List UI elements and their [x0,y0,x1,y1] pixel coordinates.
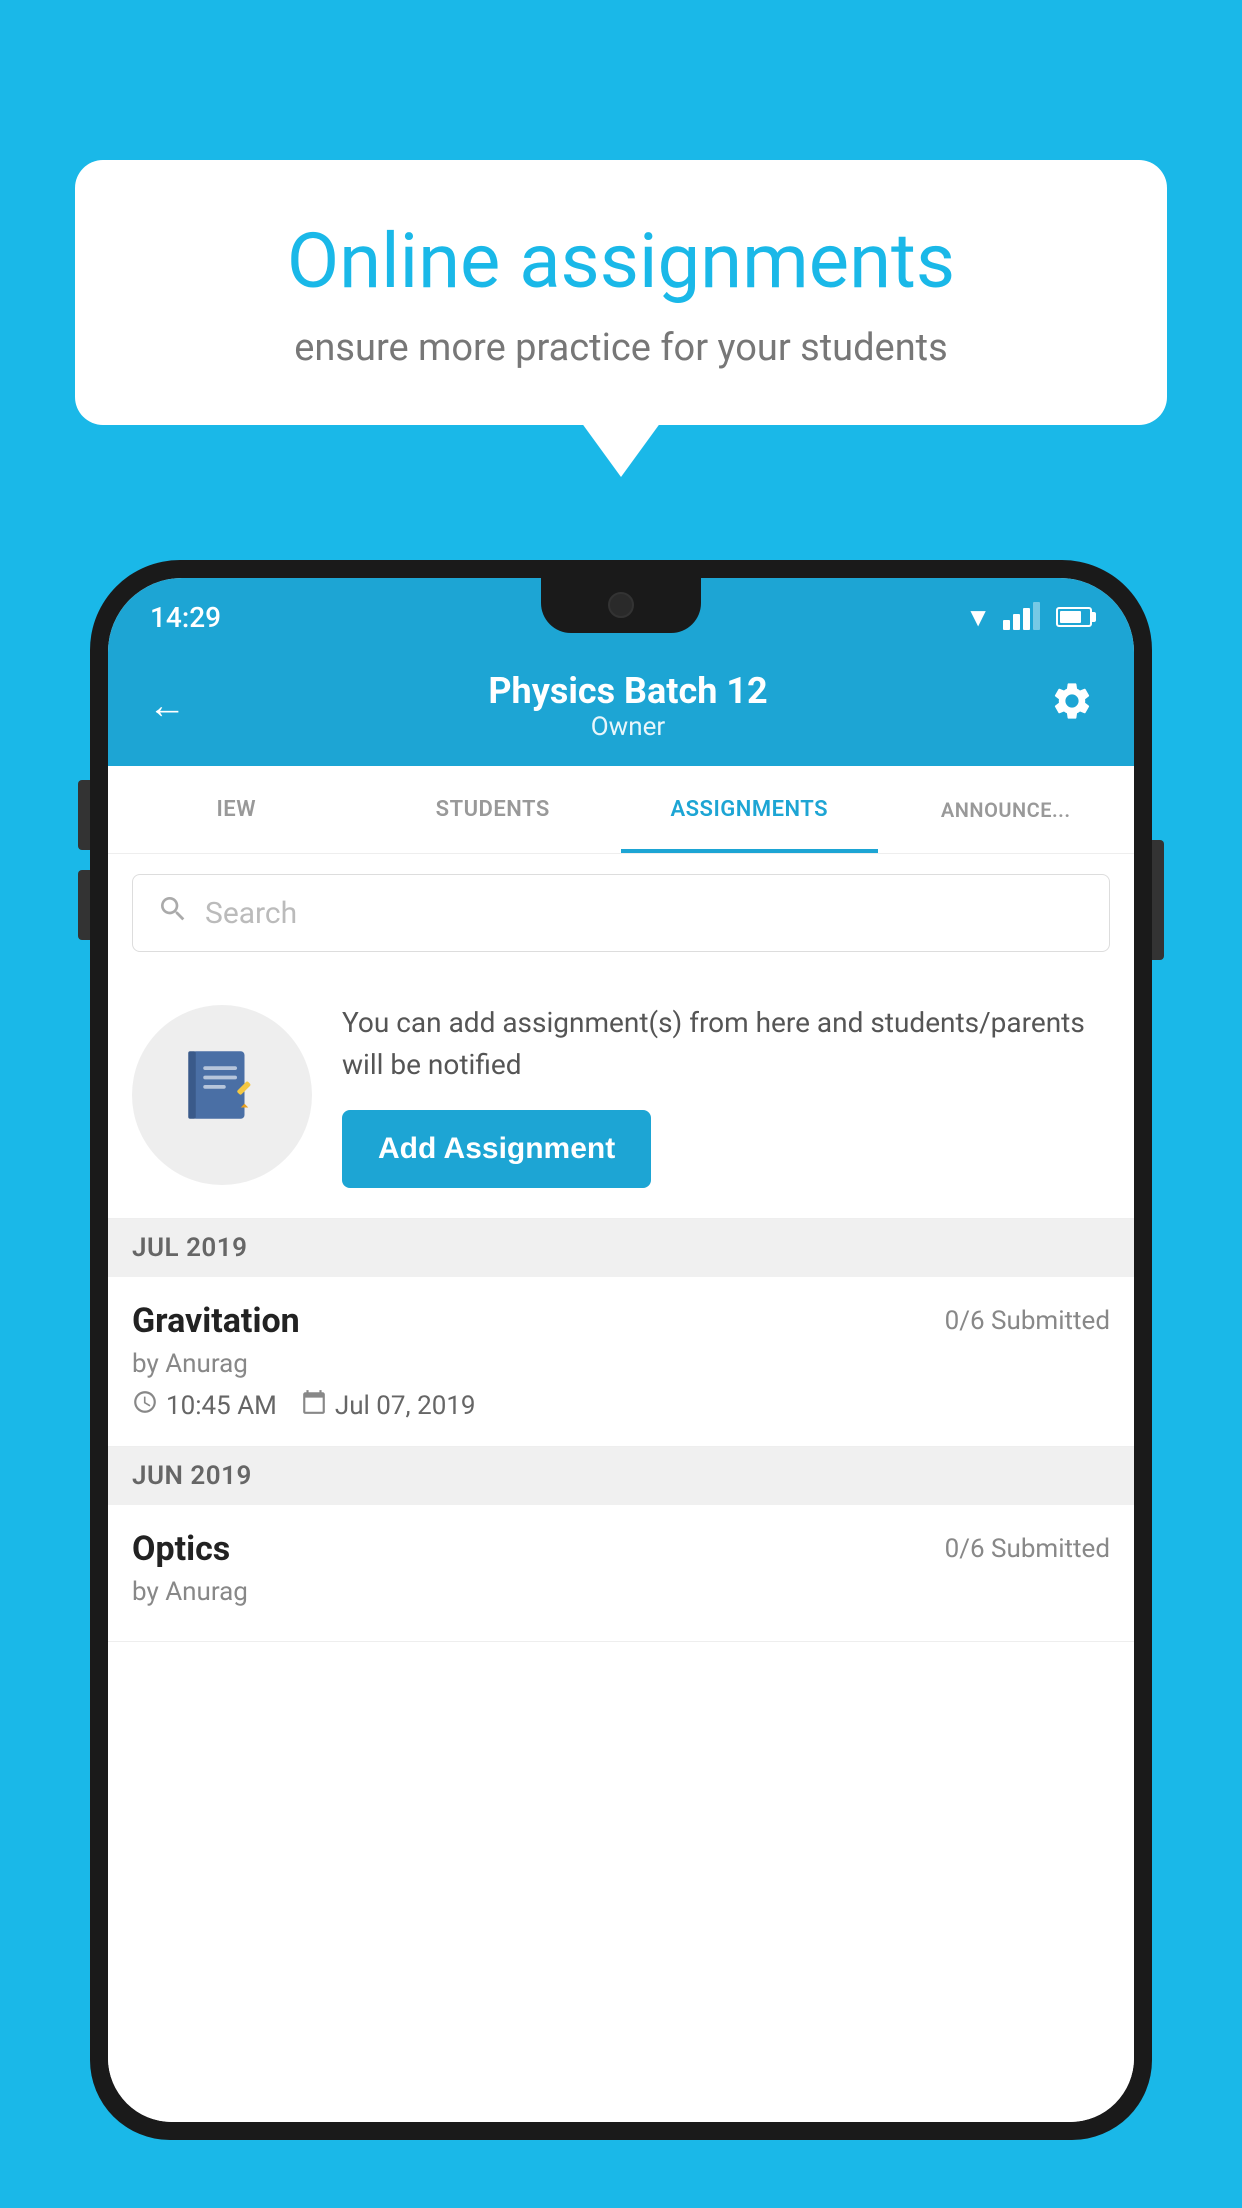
app-bar-title-area: Physics Batch 12 Owner [216,670,1040,742]
search-icon [157,893,189,933]
app-bar-subtitle: Owner [216,712,1040,742]
speech-bubble: Online assignments ensure more practice … [75,160,1167,425]
phone-screen: 14:29 ▼ [108,578,1134,2122]
signal-icon [1003,604,1040,630]
assignment-icon-circle [132,1005,312,1185]
search-container: Search [108,854,1134,972]
phone-frame: 14:29 ▼ [90,560,1152,2208]
add-assignment-section: You can add assignment(s) from here and … [108,972,1134,1219]
content-area: Search [108,854,1134,2122]
wifi-icon: ▼ [965,602,991,633]
assignment-submitted-optics: 0/6 Submitted [945,1534,1110,1564]
settings-button[interactable] [1040,669,1104,743]
app-bar: ← Physics Batch 12 Owner [108,646,1134,766]
assignment-by-optics: by Anurag [132,1577,1110,1607]
tab-students[interactable]: STUDENTS [365,766,622,853]
phone-volume-up-button [78,780,90,850]
tab-iew[interactable]: IEW [108,766,365,853]
table-row[interactable]: Gravitation 0/6 Submitted by Anurag 10:4… [108,1277,1134,1447]
status-time: 14:29 [150,601,221,634]
phone-volume-down-button [78,870,90,940]
month-header-jun: JUN 2019 [108,1447,1134,1505]
tab-announcements[interactable]: ANNOUNCE... [878,766,1135,853]
search-box[interactable]: Search [132,874,1110,952]
speech-bubble-title: Online assignments [145,220,1097,304]
battery-icon [1056,607,1092,627]
assignment-meta: 10:45 AM Jul 07, 2019 [132,1389,1110,1422]
month-header-jul: JUL 2019 [108,1219,1134,1277]
assignment-submitted: 0/6 Submitted [945,1306,1110,1336]
assignment-item-header-optics: Optics 0/6 Submitted [132,1529,1110,1569]
tabs-bar: IEW STUDENTS ASSIGNMENTS ANNOUNCE... [108,766,1134,854]
search-placeholder: Search [205,896,297,931]
assignment-item-header: Gravitation 0/6 Submitted [132,1301,1110,1341]
app-bar-title: Physics Batch 12 [216,670,1040,712]
assignment-by: by Anurag [132,1349,1110,1379]
calendar-icon [301,1389,327,1422]
back-button[interactable]: ← [138,674,196,738]
add-assignment-button[interactable]: Add Assignment [342,1110,651,1188]
assignment-time-text: 10:45 AM [166,1391,277,1421]
clock-icon [132,1389,158,1422]
assignment-info: You can add assignment(s) from here and … [342,1002,1110,1188]
assignment-name-optics: Optics [132,1529,230,1569]
assignment-time: 10:45 AM [132,1389,277,1422]
assignment-date: Jul 07, 2019 [301,1389,476,1422]
assignment-info-text: You can add assignment(s) from here and … [342,1002,1110,1086]
phone-power-button [1152,840,1164,960]
phone-notch [541,578,701,633]
assignment-name: Gravitation [132,1301,300,1341]
camera [608,592,634,618]
tab-assignments[interactable]: ASSIGNMENTS [621,766,878,853]
phone-outer: 14:29 ▼ [90,560,1152,2140]
speech-bubble-container: Online assignments ensure more practice … [75,160,1167,425]
table-row[interactable]: Optics 0/6 Submitted by Anurag [108,1505,1134,1642]
notebook-icon [177,1040,267,1150]
status-icons: ▼ [965,602,1092,633]
assignment-date-text: Jul 07, 2019 [335,1391,476,1421]
speech-bubble-subtitle: ensure more practice for your students [145,326,1097,370]
